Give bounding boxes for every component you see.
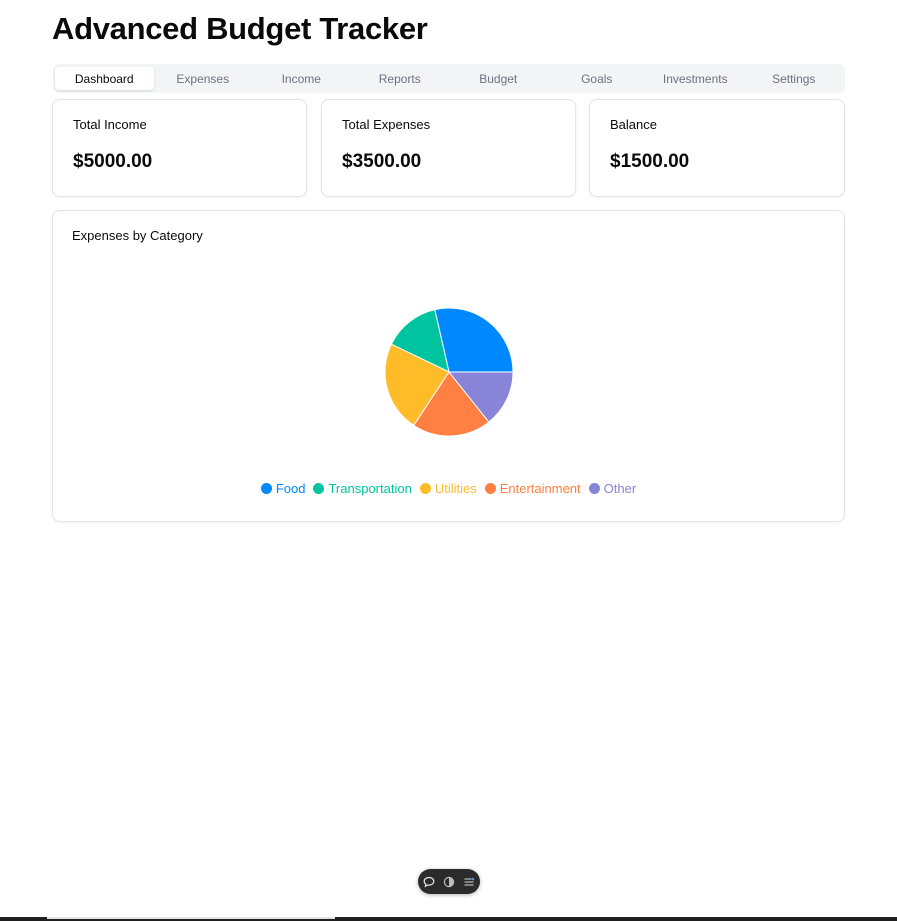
chart-legend: Food Transportation Utilities Entertainment… — [53, 481, 844, 496]
legend-label: Transportation — [328, 481, 412, 496]
total-expenses-label: Total Expenses — [342, 117, 431, 132]
menu-lines-icon[interactable] — [462, 875, 476, 889]
total-expenses-card: Total Expenses $3500.00 — [321, 99, 576, 197]
scrollbar-thumb[interactable] — [47, 917, 335, 919]
balance-label: Balance — [610, 117, 657, 132]
floating-toolbar — [418, 869, 480, 894]
tab-list: Dashboard Expenses Income Reports Budget… — [53, 64, 845, 93]
legend-item-food[interactable]: Food — [260, 481, 306, 496]
balance-card: Balance $1500.00 — [589, 99, 845, 197]
tab-investments[interactable]: Investments — [646, 67, 745, 90]
legend-label: Food — [275, 481, 306, 496]
legend-dot — [260, 483, 272, 494]
tab-reports[interactable]: Reports — [351, 67, 450, 90]
total-income-card: Total Income $5000.00 — [52, 99, 307, 197]
legend-label: Other — [603, 481, 637, 496]
legend-label: Utilities — [434, 481, 477, 496]
page-title: Advanced Budget Tracker — [52, 11, 428, 46]
legend-dot — [419, 483, 431, 494]
page: Advanced Budget Tracker Dashboard Expens… — [0, 0, 897, 921]
comment-icon[interactable] — [422, 875, 436, 889]
tab-budget[interactable]: Budget — [449, 67, 548, 90]
tab-expenses[interactable]: Expenses — [154, 67, 253, 90]
expenses-chart-card: Expenses by Category Food Transportation U… — [52, 210, 845, 522]
legend-item-entertainment[interactable]: Entertainment — [484, 481, 581, 496]
tab-income[interactable]: Income — [252, 67, 351, 90]
legend-item-transportation[interactable]: Transportation — [313, 481, 412, 496]
tab-dashboard[interactable]: Dashboard — [55, 67, 154, 90]
tab-goals[interactable]: Goals — [548, 67, 647, 90]
legend-label: Entertainment — [499, 481, 581, 496]
legend-dot — [484, 483, 496, 494]
pie-chart — [384, 307, 514, 437]
balance-value: $1500.00 — [610, 151, 690, 172]
tab-settings[interactable]: Settings — [745, 67, 844, 90]
contrast-toggle-icon[interactable] — [442, 875, 456, 889]
total-income-label: Total Income — [73, 117, 147, 132]
horizontal-scrollbar[interactable] — [0, 917, 897, 921]
legend-dot — [588, 483, 600, 494]
legend-item-other[interactable]: Other — [588, 481, 637, 496]
total-expenses-value: $3500.00 — [342, 151, 422, 172]
legend-dot — [313, 483, 325, 494]
total-income-value: $5000.00 — [73, 151, 153, 172]
legend-item-utilities[interactable]: Utilities — [419, 481, 477, 496]
